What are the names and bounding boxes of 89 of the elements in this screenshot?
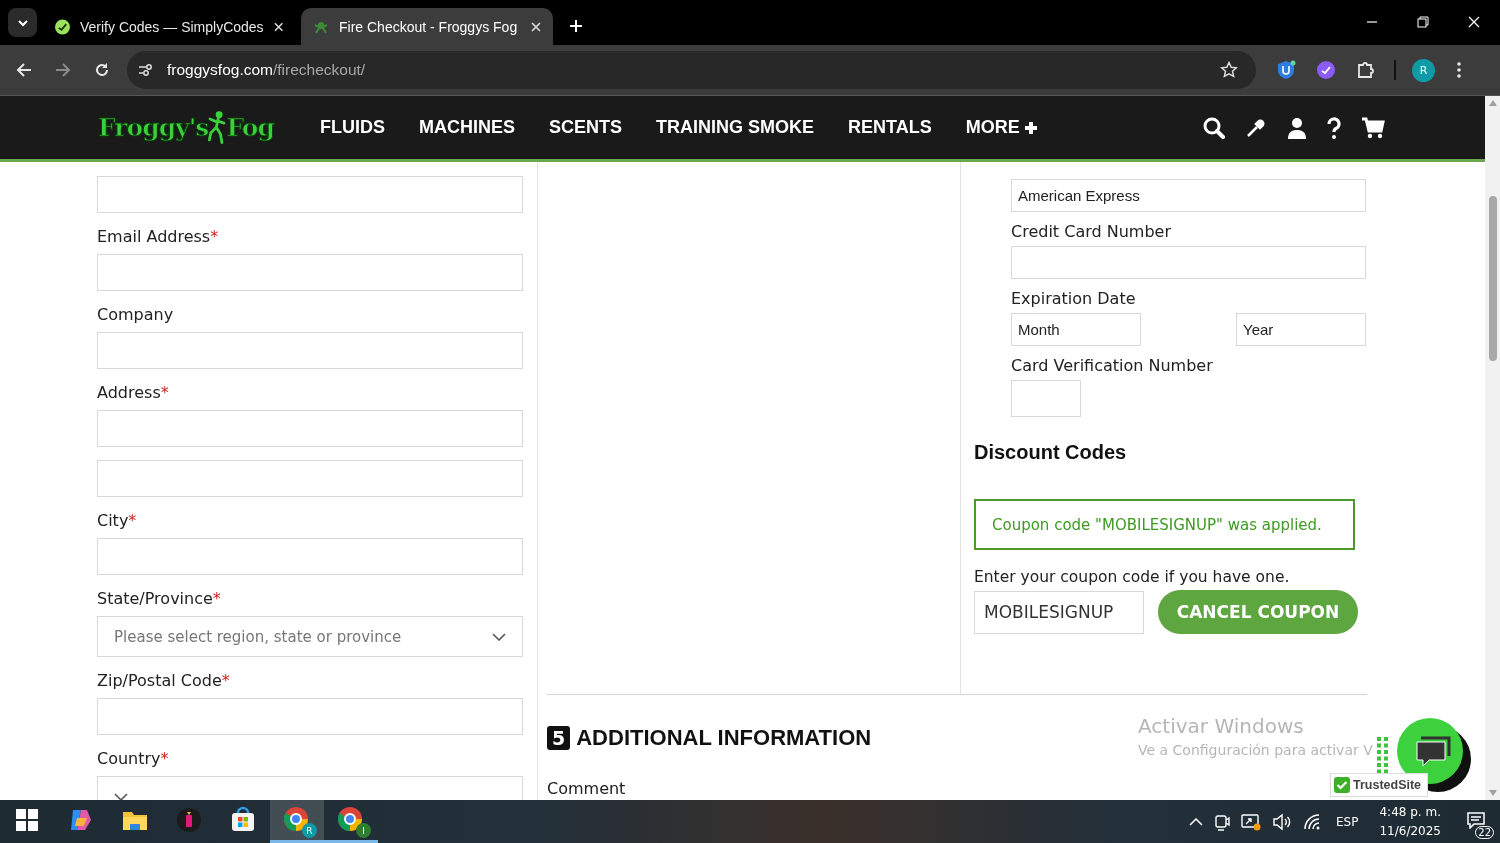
select-field[interactable]: Month [1011, 313, 1141, 346]
dropper-icon[interactable] [1245, 116, 1267, 139]
text-field[interactable] [97, 410, 523, 447]
browser-icon [337, 806, 365, 834]
select-field[interactable]: Please select region, state or province [97, 616, 523, 657]
menu-icon[interactable] [1457, 62, 1461, 78]
text-field[interactable] [1011, 246, 1366, 279]
new-tab-icon[interactable] [569, 19, 583, 33]
nav-link[interactable]: SCENTS [549, 117, 623, 138]
field-label: Card Verification Number [1011, 355, 1214, 377]
user-icon[interactable] [1287, 116, 1307, 139]
cart-icon[interactable] [1361, 116, 1385, 139]
meet-icon[interactable] [1214, 812, 1231, 831]
check-icon [1334, 777, 1350, 793]
clock-date[interactable]: 11/6/2025 [1379, 821, 1441, 841]
chevron-down-icon [114, 792, 128, 800]
close-icon[interactable] [531, 21, 541, 32]
clock-time[interactable]: 4:48 p. m. [1379, 802, 1441, 822]
restore-icon[interactable] [1417, 16, 1429, 28]
grip-icon [1377, 737, 1389, 773]
wifi-icon[interactable] [1303, 812, 1322, 831]
address-bar[interactable]: froggysfog.com/firecheckout/ [127, 51, 1256, 89]
text-field[interactable] [1011, 380, 1081, 417]
language-indicator[interactable]: ESP [1336, 814, 1359, 829]
step-number: 5 [547, 726, 571, 750]
nav-link[interactable]: FLUIDS [320, 117, 385, 138]
forward-icon[interactable] [55, 62, 71, 78]
tab-list-button[interactable] [8, 8, 37, 37]
field-label: City* [97, 510, 138, 532]
text-field[interactable] [97, 460, 523, 497]
text-field[interactable] [97, 538, 523, 575]
windows-icon [13, 806, 41, 834]
field-label: Credit Card Number [1011, 221, 1172, 243]
url-text: froggysfog.com/firecheckout/ [167, 61, 366, 79]
chevron-down-icon [492, 632, 506, 641]
star-icon[interactable] [1220, 61, 1238, 79]
scrollbar[interactable] [1485, 96, 1500, 800]
browser-tab[interactable]: Verify Codes — SimplyCodes [43, 8, 295, 45]
store-icon [229, 806, 257, 834]
profile-badge: I [356, 823, 371, 838]
field-label: Expiration Date [1011, 288, 1137, 310]
browser-icon [283, 806, 311, 834]
activation-title: Activar Windows [1138, 714, 1305, 738]
shield-icon[interactable] [1276, 60, 1296, 80]
taskbar-button[interactable]: I [324, 800, 378, 843]
nav-link[interactable]: MACHINES [419, 117, 515, 138]
coupon-prompt: Enter your coupon code if you have one. [974, 568, 1291, 586]
section-heading: ADDITIONAL INFORMATION [576, 725, 872, 751]
extension-icon[interactable] [1316, 60, 1336, 80]
field-label: Email Address* [97, 226, 220, 248]
notifications-icon[interactable] [1466, 810, 1486, 829]
search-icon[interactable] [1203, 116, 1225, 139]
browser-tab[interactable]: Fire Checkout - Froggys Fog [301, 8, 553, 45]
success-message: Coupon code "MOBILESIGNUP" was applied. [974, 499, 1355, 550]
close-icon[interactable] [273, 21, 283, 32]
trust-badge[interactable]: TrustedSite [1330, 773, 1428, 797]
text-field[interactable] [97, 176, 523, 213]
select-field[interactable]: Year [1236, 313, 1366, 346]
profile-badge: R [302, 823, 317, 838]
field-label: Address* [97, 382, 170, 404]
app-icon [175, 806, 203, 834]
text-field[interactable] [97, 698, 523, 735]
field-label: State/Province* [97, 588, 222, 610]
field-label: Comment [547, 779, 626, 798]
section-heading: Discount Codes [974, 441, 1128, 464]
reload-icon[interactable] [94, 62, 110, 78]
activation-text: Ve a Configuración para activar V [1138, 742, 1373, 758]
nav-link[interactable]: RENTALS [848, 117, 932, 138]
coupon-field[interactable]: MOBILESIGNUP [974, 590, 1144, 634]
nav-link[interactable]: TRAINING SMOKE [656, 117, 815, 138]
display-icon[interactable] [1241, 812, 1262, 831]
text-field[interactable] [97, 254, 523, 291]
field-label: Country* [97, 748, 170, 770]
logo-text: Fog [226, 113, 274, 142]
site-settings-icon[interactable] [137, 62, 153, 78]
back-icon[interactable] [16, 62, 32, 78]
text-field[interactable]: American Express [1011, 179, 1366, 212]
text-field[interactable] [97, 332, 523, 369]
check-badge-icon [55, 18, 70, 35]
scroll-thumb[interactable] [1488, 196, 1497, 361]
nav-link[interactable]: MORE [965, 117, 1038, 138]
notification-count: 22 [1475, 825, 1494, 839]
volume-icon[interactable] [1272, 812, 1293, 831]
field-label: Zip/Postal Code* [97, 670, 231, 692]
field-label: Company [97, 304, 175, 326]
logo-text: Froggy's [98, 113, 209, 142]
help-icon[interactable] [1327, 116, 1341, 139]
chevron-up-icon[interactable] [1189, 817, 1204, 826]
puzzle-icon[interactable] [1356, 60, 1376, 80]
